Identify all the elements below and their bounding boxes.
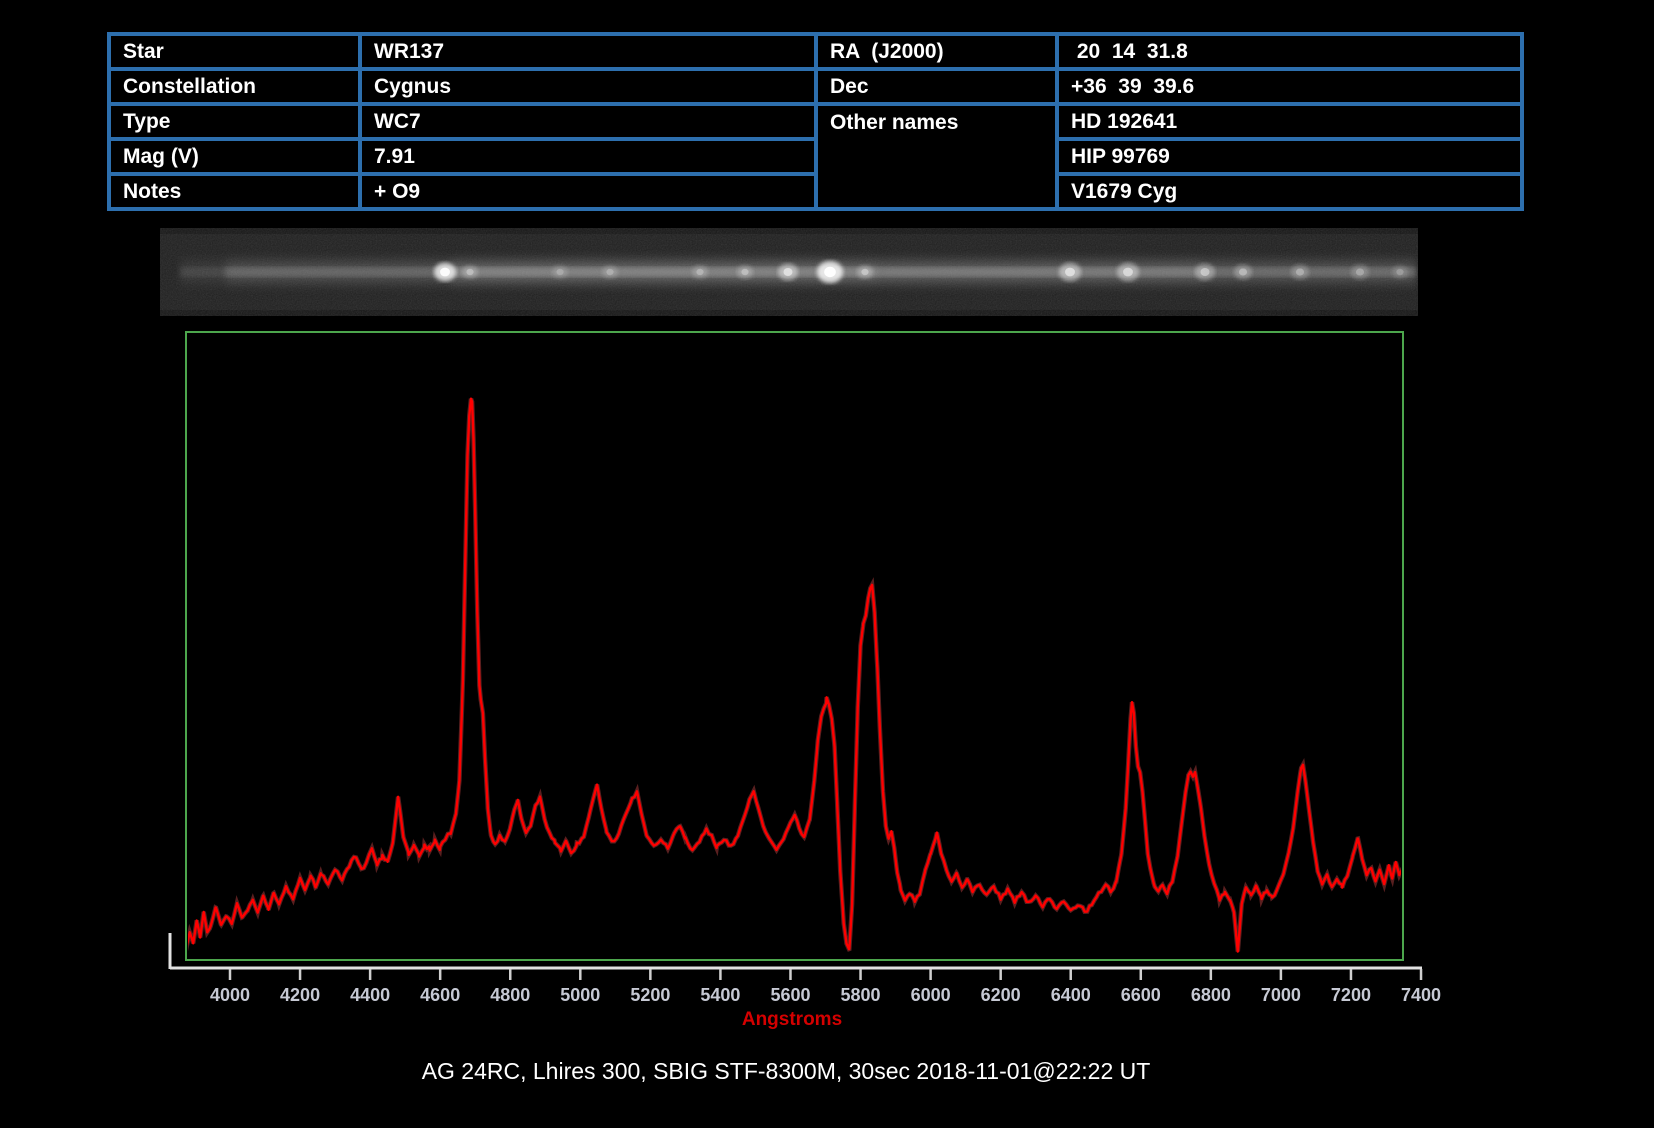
svg-text:5600: 5600: [770, 985, 810, 1005]
notes-label: Notes: [107, 172, 362, 211]
svg-text:5800: 5800: [841, 985, 881, 1005]
svg-text:7000: 7000: [1261, 985, 1301, 1005]
x-axis-ticks: [228, 969, 1423, 980]
svg-text:4000: 4000: [210, 985, 250, 1005]
type-label: Type: [107, 102, 362, 141]
spectrum-chart: 4000 4200 4400 4600 4800 5000 5200 5400 5600 5800…: [150, 325, 1450, 1040]
type-value: WC7: [358, 102, 818, 141]
notes-value: + O9: [358, 172, 818, 211]
star-label: Star: [107, 32, 362, 71]
spectrum-report-page: { "title_table": { "rows_left": [ {"labe…: [0, 0, 1654, 1128]
acquisition-caption: AG 24RC, Lhires 300, SBIG STF-8300M, 30s…: [421, 1058, 1151, 1084]
svg-text:6000: 6000: [911, 985, 951, 1005]
mag-label: Mag (V): [107, 137, 362, 176]
x-axis-title: Angstroms: [742, 1009, 842, 1030]
other-name-1: HD 192641: [1055, 102, 1524, 141]
table-row: Type WC7 Other names HD 192641: [107, 102, 1524, 211]
svg-text:6600: 6600: [1121, 985, 1161, 1005]
svg-text:7400: 7400: [1401, 985, 1441, 1005]
table-row: Constellation Cygnus Dec +36 39 39.6: [107, 67, 1524, 106]
dec-label: Dec: [814, 67, 1059, 106]
spectrum-plot: 4000 4200 4400 4600 4800 5000 5200 5400 5600 5800…: [168, 331, 1441, 1030]
svg-text:4600: 4600: [420, 985, 460, 1005]
spectrum-strip-image: [160, 228, 1418, 316]
dec-value: +36 39 39.6: [1055, 67, 1524, 106]
x-tick-labels: 4000 4200 4400 4600 4800 5000 5200 5400 5600 5800…: [210, 985, 1441, 1005]
svg-text:6200: 6200: [981, 985, 1021, 1005]
ra-label: RA (J2000): [814, 32, 1059, 71]
svg-text:6800: 6800: [1191, 985, 1231, 1005]
star-value: WR137: [358, 32, 818, 71]
other-names-label: Other names: [814, 102, 1059, 211]
svg-text:4400: 4400: [350, 985, 390, 1005]
raw-spectrum-strip: [160, 228, 1418, 316]
other-name-3: V1679 Cyg: [1055, 172, 1524, 211]
svg-text:5000: 5000: [560, 985, 600, 1005]
svg-text:6400: 6400: [1051, 985, 1091, 1005]
spectrum-trace: [188, 397, 1401, 953]
mag-value: 7.91: [358, 137, 818, 176]
ra-value: 20 14 31.8: [1055, 32, 1524, 71]
table-row: Mag (V) 7.91 HIP 99769: [107, 137, 1524, 176]
plot-frame: [185, 331, 1404, 961]
object-info-table: Star WR137 RA (J2000) 20 14 31.8 Constel…: [107, 32, 1524, 211]
constellation-value: Cygnus: [358, 67, 818, 106]
constellation-label: Constellation: [107, 67, 362, 106]
table-row: Star WR137 RA (J2000) 20 14 31.8: [107, 32, 1524, 71]
svg-text:4200: 4200: [280, 985, 320, 1005]
svg-text:5200: 5200: [630, 985, 670, 1005]
spectrum-trace-glow: [188, 397, 1401, 952]
svg-text:5400: 5400: [700, 985, 740, 1005]
other-name-2: HIP 99769: [1055, 137, 1524, 176]
svg-text:4800: 4800: [490, 985, 530, 1005]
svg-text:7200: 7200: [1331, 985, 1371, 1005]
table-row: Notes + O9 V1679 Cyg: [107, 172, 1524, 211]
